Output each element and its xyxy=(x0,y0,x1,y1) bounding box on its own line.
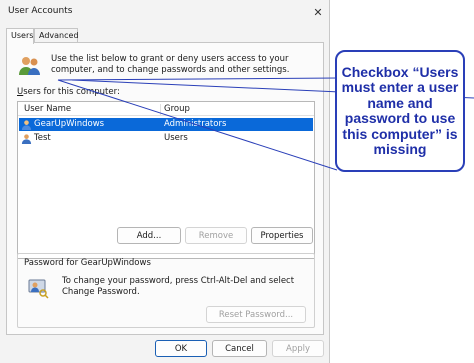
user-icon xyxy=(21,120,32,130)
row-user-name: GearUpWindows xyxy=(34,119,105,129)
apply-button[interactable]: Apply xyxy=(272,340,324,357)
list-header: User Name Group xyxy=(18,102,314,116)
intro-text: Use the list below to grant or deny user… xyxy=(51,54,290,75)
tab-advanced[interactable]: Advanced xyxy=(34,28,79,43)
add-button[interactable]: Add... xyxy=(117,227,181,244)
table-row[interactable]: GearUpWindows Administrators xyxy=(19,118,313,131)
password-group: Password for GearUpWindows To change you… xyxy=(17,253,315,328)
reset-password-button[interactable]: Reset Password... xyxy=(206,306,306,323)
window-title: User Accounts xyxy=(8,6,73,16)
column-header-group[interactable]: Group xyxy=(164,104,190,114)
key-user-icon xyxy=(28,279,49,299)
table-row[interactable]: Test Users xyxy=(19,132,313,145)
users-tab-panel: Use the list below to grant or deny user… xyxy=(6,42,324,335)
password-group-label: Password for GearUpWindows xyxy=(24,258,151,268)
password-instructions: To change your password, press Ctrl-Alt-… xyxy=(62,276,295,297)
user-icon xyxy=(21,134,32,144)
cancel-button[interactable]: Cancel xyxy=(212,340,267,357)
column-divider[interactable] xyxy=(160,104,161,115)
close-icon[interactable]: ✕ xyxy=(310,4,326,20)
annotation-callout: Checkbox “Users must enter a user name a… xyxy=(335,50,465,172)
row-group: Users xyxy=(164,133,188,143)
user-accounts-window: User Accounts ✕ Users Advanced Use the l… xyxy=(0,0,330,363)
row-group: Administrators xyxy=(164,119,227,129)
title-bar: User Accounts ✕ xyxy=(0,0,330,24)
properties-button[interactable]: Properties xyxy=(251,227,313,244)
column-header-user-name[interactable]: User Name xyxy=(24,104,71,114)
ok-button[interactable]: OK xyxy=(155,340,207,357)
users-icon xyxy=(19,57,40,75)
users-list-label: Users for this computer: xyxy=(17,87,120,97)
remove-button[interactable]: Remove xyxy=(185,227,247,244)
tab-users[interactable]: Users xyxy=(6,28,34,44)
users-list-label-rest: sers for this computer: xyxy=(23,87,120,97)
row-user-name: Test xyxy=(34,133,51,143)
